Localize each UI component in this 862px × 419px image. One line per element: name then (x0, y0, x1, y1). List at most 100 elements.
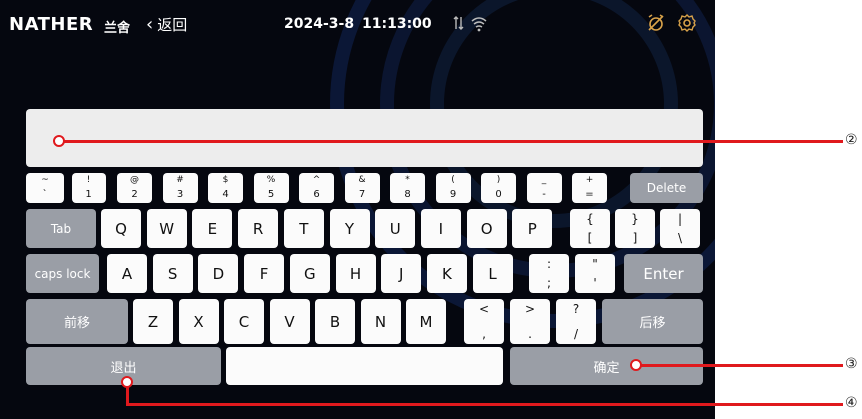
key-label: 8 (404, 189, 411, 200)
key-r[interactable]: R (238, 209, 279, 248)
key-g[interactable]: G (289, 254, 330, 293)
key-m[interactable]: M (406, 299, 446, 344)
key-shift-label: % (266, 175, 276, 185)
key-y[interactable]: Y (329, 209, 370, 248)
key-label: N (374, 312, 387, 331)
callout-line (126, 403, 843, 406)
chevron-left-icon: ‹ (146, 13, 154, 35)
device-screen: NATHER 兰舍 ‹ 返回 2024-3-8 11:13:00 ~ `! 1 @2 #… (0, 0, 715, 419)
callout-line (59, 140, 843, 143)
tab-key[interactable]: Tab (26, 209, 96, 248)
key-label: M (419, 312, 433, 331)
callout-marker (53, 135, 65, 147)
key-6[interactable]: ^ 6 (299, 173, 334, 203)
key-sym[interactable]: >. (510, 299, 550, 344)
key-t[interactable]: T (283, 209, 324, 248)
key-label: 后移 (639, 316, 666, 331)
key-label: 7 (358, 189, 366, 200)
key-label: E (207, 219, 218, 238)
key-4[interactable]: $4 (208, 173, 243, 203)
key-label: B (329, 312, 341, 331)
next-key[interactable]: 后移 (602, 299, 703, 344)
key-i[interactable]: I (420, 209, 461, 248)
key-u[interactable]: U (375, 209, 416, 248)
key-s[interactable]: S (152, 254, 193, 293)
key-label: 前移 (63, 316, 90, 331)
back-label: 返回 (157, 16, 188, 34)
key-label: A (121, 264, 133, 283)
key-label: K (441, 264, 452, 283)
key-o[interactable]: O (466, 209, 507, 248)
key-sym[interactable]: <, (464, 299, 504, 344)
key-label: T (299, 219, 309, 238)
key-shift-label: & (358, 175, 366, 185)
key-shift-label: ) (496, 175, 501, 185)
key-shift-label: " (592, 257, 598, 271)
key-label: ; (546, 276, 552, 290)
key-x[interactable]: X (178, 299, 219, 344)
key-label: J (398, 264, 404, 283)
key-2[interactable]: @2 (117, 173, 152, 203)
key-sym[interactable]: ? / (556, 299, 596, 344)
key-l[interactable]: L (472, 254, 513, 293)
key-label: U (389, 219, 401, 238)
key-label: V (284, 312, 295, 331)
key-z[interactable]: Z (133, 299, 173, 344)
caps-lock-key[interactable]: caps lock (26, 254, 99, 293)
key-label: 5 (267, 189, 275, 200)
time-display: 11:13:00 (362, 16, 432, 32)
key-p[interactable]: P (512, 209, 553, 248)
key-sym[interactable]: :; (529, 254, 569, 293)
key-label: Q (115, 219, 127, 238)
back-button[interactable]: ‹ 返回 (146, 14, 187, 35)
key-=[interactable]: + = (572, 173, 607, 203)
data-transfer-wifi-icon (453, 16, 487, 32)
key-label: 确定 (593, 360, 620, 376)
key-label: Tab (50, 221, 72, 236)
key-shift-label: > (524, 302, 536, 316)
key-e[interactable]: E (192, 209, 233, 248)
key-label: ' (593, 276, 597, 290)
key-label: F (259, 264, 269, 283)
key-sym[interactable]: }] (615, 209, 655, 248)
key-sym[interactable]: | \ (660, 209, 700, 248)
prev-key[interactable]: 前移 (26, 299, 128, 344)
key-w[interactable]: W (146, 209, 187, 248)
key-label: G (303, 264, 316, 283)
space-key[interactable] (226, 347, 503, 385)
key-h[interactable]: H (335, 254, 376, 293)
key-a[interactable]: A (107, 254, 147, 293)
alarm-off-icon[interactable] (646, 13, 666, 33)
key-b[interactable]: B (315, 299, 355, 344)
key-9[interactable]: (9 (435, 173, 471, 203)
key-label: Y (344, 219, 355, 238)
key-0[interactable]: ) 0 (481, 173, 516, 203)
key-`[interactable]: ~ ` (26, 173, 64, 203)
enter-key[interactable]: Enter (624, 254, 703, 293)
key-3[interactable]: #3 (162, 173, 198, 203)
key-label: ` (42, 189, 48, 200)
gear-icon[interactable] (677, 13, 697, 33)
key-1[interactable]: ! 1 (71, 173, 106, 203)
key-c[interactable]: C (224, 299, 264, 344)
key-sym[interactable]: " ' (575, 254, 615, 293)
key-7[interactable]: & 7 (344, 173, 380, 203)
key-j[interactable]: J (381, 254, 422, 293)
key-k[interactable]: K (426, 254, 467, 293)
key--[interactable]: _ - (526, 173, 562, 203)
key-f[interactable]: F (244, 254, 285, 293)
key-n[interactable]: N (360, 299, 401, 344)
key-shift-label: * (405, 175, 410, 185)
key-8[interactable]: * 8 (390, 173, 425, 203)
key-q[interactable]: Q (101, 209, 141, 248)
key-label: S (167, 264, 178, 283)
key-sym[interactable]: {[ (570, 209, 610, 248)
text-input[interactable] (26, 109, 703, 167)
key-label: - (542, 189, 546, 200)
brand-logo-cn: 兰舍 (104, 21, 131, 36)
key-d[interactable]: D (198, 254, 239, 293)
key-label: 退出 (110, 360, 137, 376)
key-v[interactable]: V (269, 299, 310, 344)
key-5[interactable]: % 5 (253, 173, 289, 203)
delete-key[interactable]: Delete (630, 173, 703, 203)
